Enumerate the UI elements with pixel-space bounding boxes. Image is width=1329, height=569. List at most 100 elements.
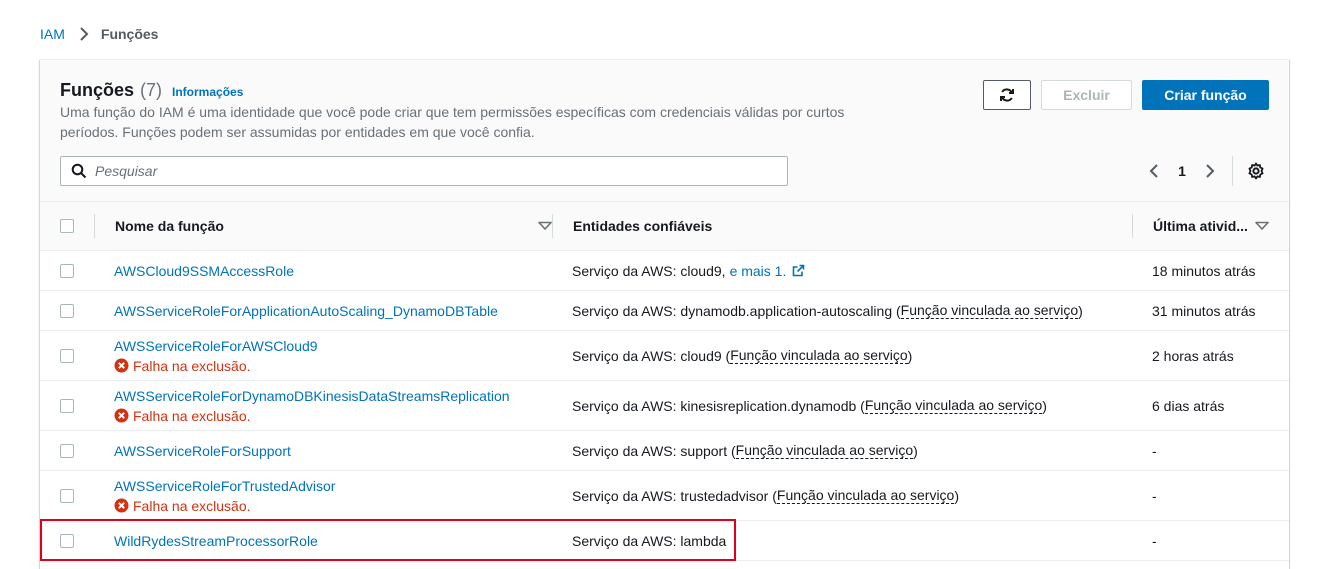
closing-paren: ) (913, 442, 918, 459)
role-name-link[interactable]: AWSServiceRoleForSupport (114, 441, 291, 461)
service-linked-role-label[interactable]: Função vinculada ao serviço (864, 397, 1043, 414)
create-role-button[interactable]: Criar função (1142, 80, 1269, 110)
deletion-error: Falha na exclusão. (114, 356, 251, 376)
role-name-link[interactable]: AWSServiceRoleForTrustedAdvisor (114, 476, 335, 496)
trusted-entities-cell: Serviço da AWS: kinesisreplication.dynam… (572, 381, 1047, 430)
trusted-entity-text: Serviço da AWS: cloud9, (572, 262, 726, 279)
closing-paren: ) (1042, 397, 1047, 414)
error-icon (114, 358, 133, 373)
row-checkbox[interactable] (60, 263, 74, 278)
trusted-entities-cell: Serviço da AWS: lambda (572, 521, 726, 560)
row-checkbox[interactable] (60, 533, 74, 548)
select-all-cell (60, 202, 74, 250)
last-activity-cell: 31 minutos atrás (1152, 302, 1256, 319)
gear-icon[interactable] (1247, 162, 1265, 180)
row-checkbox-cell (60, 291, 74, 330)
row-checkbox[interactable] (60, 303, 74, 318)
table-header: Nome da função Entidades confiáveis Últi… (40, 201, 1289, 251)
trusted-entities-cell: Serviço da AWS: cloud9 (Função vinculada… (572, 331, 912, 380)
row-checkbox[interactable] (60, 348, 74, 363)
title-row: Funções (7) Informações (60, 80, 243, 101)
trusted-entities-cell: Serviço da AWS: cloud9, e mais 1. (572, 251, 805, 290)
page-number[interactable]: 1 (1162, 163, 1202, 179)
select-all-checkbox[interactable] (60, 219, 74, 233)
panel-header: Funções (7) Informações Uma função do IA… (40, 60, 1289, 201)
closing-paren: ) (954, 487, 960, 504)
error-text: Falha na exclusão. (133, 407, 251, 424)
service-linked-role-label[interactable]: Função vinculada ao serviço (776, 487, 955, 504)
role-name-cell: AWSServiceRoleForTrustedAdvisor Falha na… (114, 471, 335, 520)
roles-count: (7) (140, 80, 163, 100)
last-activity-cell: - (1152, 532, 1157, 549)
table-row: AWSServiceRoleForSupport Serviço da AWS:… (40, 431, 1289, 471)
trusted-entity-text: Serviço da AWS: trustedadvisor ( (572, 487, 777, 504)
refresh-button[interactable] (983, 80, 1031, 110)
last-activity-cell: - (1152, 487, 1157, 504)
trusted-entity-text: Serviço da AWS: lambda (572, 532, 727, 549)
column-header-trusted[interactable]: Entidades confiáveis (573, 202, 712, 250)
chevron-right-icon (79, 27, 89, 41)
more-entities-label: e mais 1. (729, 262, 787, 279)
trusted-entities-cell: Serviço da AWS: dynamodb.application-aut… (572, 291, 1083, 330)
error-text: Falha na exclusão. (133, 357, 251, 374)
breadcrumb: IAM Funções (40, 26, 158, 42)
error-icon (114, 498, 133, 513)
previous-page-button[interactable] (1146, 161, 1162, 181)
role-name-link[interactable]: WildRydesStreamProcessorRole (114, 531, 318, 551)
column-header-last-activity[interactable]: Última ativid... (1153, 202, 1269, 250)
row-checkbox-cell (60, 431, 74, 470)
breadcrumb-current: Funções (100, 26, 159, 42)
role-name-cell: AWSServiceRoleForSupport (114, 431, 291, 470)
service-linked-role-label[interactable]: Função vinculada ao serviço (735, 442, 914, 459)
trusted-entity-text: Serviço da AWS: kinesisreplication.dynam… (572, 397, 865, 414)
pagination: 1 (1146, 156, 1265, 186)
error-text: Falha na exclusão. (133, 497, 251, 514)
trusted-entities-cell: Serviço da AWS: trustedadvisor (Função v… (572, 471, 959, 520)
row-checkbox[interactable] (60, 488, 74, 503)
table-row: AWSServiceRoleForDynamoDBKinesisDataStre… (40, 381, 1289, 431)
column-divider (94, 214, 95, 238)
role-name-link[interactable]: AWSServiceRoleForApplicationAutoScaling_… (114, 301, 498, 321)
column-header-last-activity-label: Última ativid... (1153, 218, 1248, 234)
last-activity-cell: 18 minutos atrás (1152, 262, 1256, 279)
role-name-link[interactable]: AWSCloud9SSMAccessRole (114, 261, 294, 281)
next-page-button[interactable] (1202, 161, 1218, 181)
table-row: AWSServiceRoleForTrustedAdvisor Falha na… (40, 471, 1289, 521)
row-checkbox-cell (60, 521, 74, 560)
column-divider (1132, 214, 1133, 238)
info-link[interactable]: Informações (172, 85, 243, 99)
roles-panel: Funções (7) Informações Uma função do IA… (40, 59, 1289, 569)
role-name-link[interactable]: AWSServiceRoleForAWSCloud9 (114, 336, 318, 356)
more-entities-link[interactable]: e mais 1. (730, 263, 806, 279)
external-link-icon (786, 264, 805, 277)
trusted-entities-cell: Serviço da AWS: support (Função vinculad… (572, 431, 918, 470)
closing-paren: ) (1078, 302, 1083, 319)
search-input[interactable] (95, 163, 695, 179)
row-checkbox-cell (60, 331, 74, 380)
row-checkbox[interactable] (60, 398, 74, 413)
refresh-icon (999, 87, 1015, 103)
table-row: AWSCloud9SSMAccessRole Serviço da AWS: c… (40, 251, 1289, 291)
row-checkbox-cell (60, 251, 74, 290)
service-linked-role-label[interactable]: Função vinculada ao serviço (900, 302, 1079, 319)
column-header-name[interactable]: Nome da função (115, 202, 552, 250)
search-icon (71, 163, 87, 179)
column-header-trusted-label: Entidades confiáveis (573, 218, 713, 234)
last-activity-cell: 2 horas atrás (1152, 347, 1234, 364)
column-header-name-label: Nome da função (115, 218, 224, 234)
breadcrumb-iam-link[interactable]: IAM (40, 26, 65, 42)
closing-paren: ) (907, 347, 913, 364)
delete-button[interactable]: Excluir (1041, 80, 1132, 110)
search-box (60, 156, 788, 186)
table-row: AWSServiceRoleForAWSCloud9 Falha na excl… (40, 331, 1289, 381)
trusted-entity-text: Serviço da AWS: support ( (572, 442, 736, 459)
service-linked-role-label[interactable]: Função vinculada ao serviço (730, 347, 908, 364)
deletion-error: Falha na exclusão. (114, 406, 251, 426)
error-icon (114, 408, 133, 423)
role-name-cell: AWSServiceRoleForAWSCloud9 Falha na excl… (114, 331, 318, 380)
row-checkbox[interactable] (60, 443, 74, 458)
role-name-cell: AWSCloud9SSMAccessRole (114, 251, 294, 290)
role-name-link[interactable]: AWSServiceRoleForDynamoDBKinesisDataStre… (114, 386, 510, 406)
column-divider (552, 214, 553, 238)
trusted-entity-text: Serviço da AWS: cloud9 ( (572, 347, 731, 364)
